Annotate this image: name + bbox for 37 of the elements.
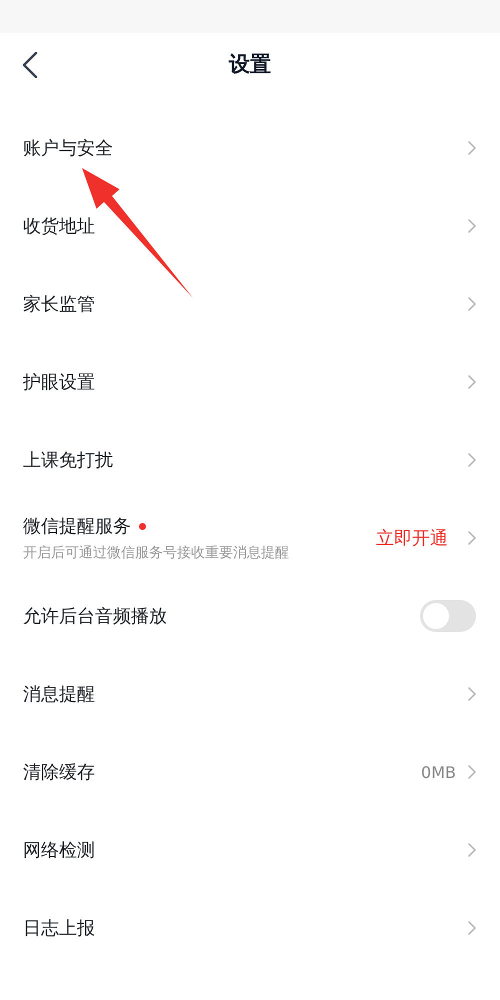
chevron-right-icon (468, 141, 476, 155)
setting-label: 账户与安全 (23, 137, 113, 160)
settings-item[interactable]: 消息提醒 (0, 655, 500, 733)
chevron-right-icon (468, 687, 476, 701)
chevron-right-icon (468, 531, 476, 545)
settings-item[interactable]: 清除缓存 0MB (0, 733, 500, 811)
setting-label: 网络检测 (23, 839, 95, 862)
settings-item[interactable]: 护眼设置 (0, 343, 500, 421)
setting-description: 开启后可通过微信服务号接收重要消息提醒 (23, 544, 290, 562)
chevron-right-icon (468, 921, 476, 935)
setting-label: 清除缓存 (23, 761, 95, 784)
settings-item[interactable]: 收货地址 (0, 187, 500, 265)
settings-item[interactable]: 上课免打扰 (0, 421, 500, 499)
page-title: 设置 (229, 51, 271, 78)
setting-label: 收货地址 (23, 215, 95, 238)
setting-label: 家长监管 (23, 293, 95, 316)
settings-item[interactable]: 账户与安全 (0, 109, 500, 187)
setting-label: 上课免打扰 (23, 449, 113, 472)
settings-item[interactable]: 微信提醒服务 开启后可通过微信服务号接收重要消息提醒 立即开通 (0, 499, 500, 577)
activate-link[interactable]: 立即开通 (376, 526, 448, 550)
chevron-right-icon (468, 843, 476, 857)
chevron-right-icon (468, 297, 476, 311)
setting-label: 允许后台音频播放 (23, 605, 167, 628)
setting-label: 消息提醒 (23, 683, 95, 706)
setting-label: 日志上报 (23, 917, 95, 940)
chevron-right-icon (468, 219, 476, 233)
toggle-switch[interactable] (420, 600, 476, 632)
setting-label: 护眼设置 (23, 371, 95, 394)
chevron-right-icon (468, 375, 476, 389)
setting-value: 0MB (421, 762, 456, 782)
settings-item[interactable]: 日志上报 (0, 889, 500, 967)
chevron-right-icon (468, 453, 476, 467)
chevron-right-icon (468, 765, 476, 779)
back-icon[interactable] (22, 52, 38, 78)
settings-item[interactable]: 家长监管 (0, 265, 500, 343)
setting-label: 微信提醒服务 (23, 515, 131, 538)
settings-item[interactable]: 网络检测 (0, 811, 500, 889)
